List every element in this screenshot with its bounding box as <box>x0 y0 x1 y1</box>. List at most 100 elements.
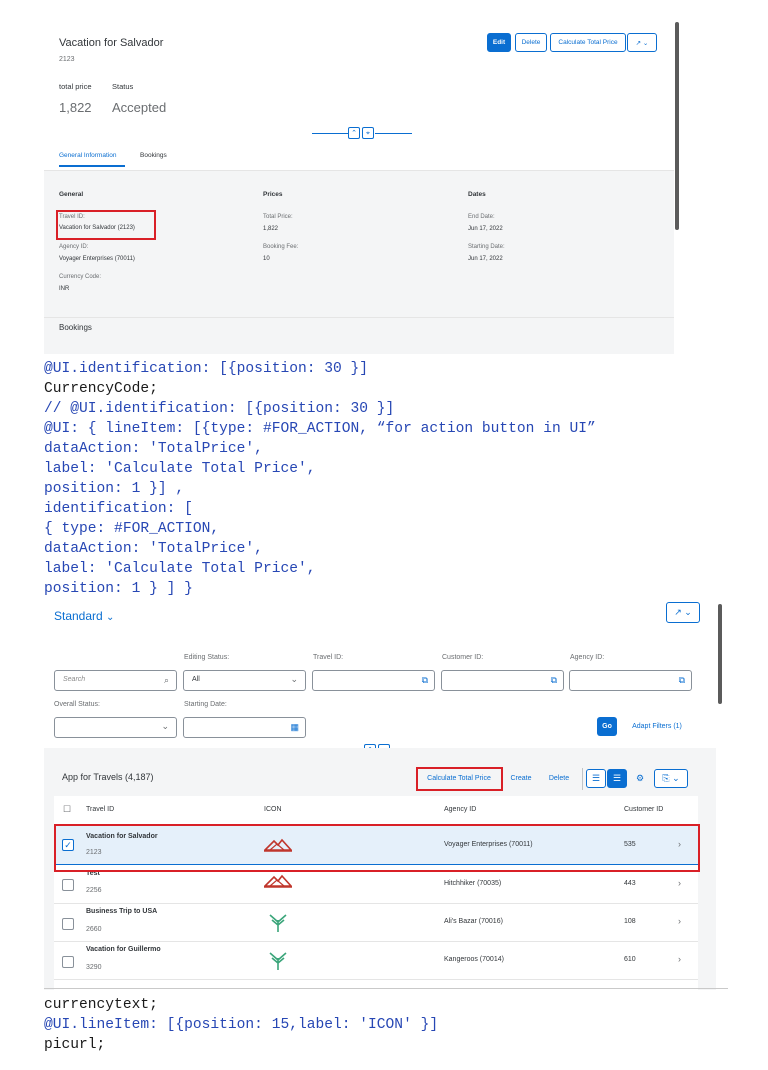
field-label-booking-fee: Booking Fee: <box>263 244 299 250</box>
table-row[interactable]: Business Trip to USA 2660 Ali's Bazar (7… <box>54 904 698 942</box>
chevron-right-icon[interactable]: › <box>678 916 681 926</box>
row-checkbox[interactable] <box>62 879 74 891</box>
value-help-icon[interactable]: ⧉ <box>422 676 428 685</box>
variant-management[interactable]: Standard ⌄ <box>54 609 114 623</box>
chevron-right-icon[interactable]: › <box>678 954 681 964</box>
starting-date-picker[interactable]: ▦ <box>183 717 306 738</box>
customer-id-input[interactable]: ⧉ <box>441 670 564 691</box>
calculate-total-price-button[interactable]: Calculate Total Price <box>550 33 626 52</box>
chevron-down-icon: ⌄ <box>642 39 649 47</box>
field-value-currency-code: INR <box>59 286 70 292</box>
group-dates-heading: Dates <box>468 191 486 198</box>
column-header-icon[interactable]: ICON <box>264 806 282 813</box>
row-customer: 443 <box>624 880 636 887</box>
table-title: App for Travels (4,187) <box>62 772 154 782</box>
select-all-icon[interactable]: ☐ <box>63 805 71 814</box>
overall-status-label: Overall Status: <box>54 701 100 708</box>
object-page: Vacation for Salvador 2123 total price S… <box>44 18 674 354</box>
row-title: Vacation for Guillermo <box>86 946 161 953</box>
chevron-right-icon[interactable]: › <box>678 878 681 888</box>
chevron-down-icon: ⌄ <box>684 607 692 617</box>
share-icon: ↗ <box>674 607 682 617</box>
pin-header-button[interactable]: ⌖ <box>362 127 374 139</box>
chevron-down-icon: ⌄ <box>672 773 680 783</box>
chart-view-icon: ☰ <box>612 773 622 783</box>
tab-general-information[interactable]: General Information <box>59 152 116 159</box>
delete-button[interactable]: Delete <box>515 33 547 52</box>
kpi-value-status: Accepted <box>112 100 167 115</box>
editing-status-select[interactable]: All ⌄ <box>183 670 306 691</box>
adapt-filters-button[interactable]: Adapt Filters (1) <box>624 717 690 736</box>
overall-status-select[interactable]: ⌄ <box>54 717 177 738</box>
tab-bookings[interactable]: Bookings <box>140 152 167 159</box>
value-help-icon[interactable]: ⧉ <box>679 676 685 685</box>
row-customer: 610 <box>624 956 636 963</box>
row-agency: Hitchhiker (70035) <box>444 880 502 887</box>
highlight-box-calc-button <box>416 767 503 791</box>
kpi-label-status: Status <box>112 82 134 91</box>
row-checkbox[interactable] <box>62 918 74 930</box>
object-title: Vacation for Salvador <box>59 37 164 49</box>
code-line: picurl; <box>44 1037 106 1053</box>
table-row[interactable]: Vacation for Guillermo 3290 Kangeroos (7… <box>54 942 698 980</box>
collapse-header-button[interactable]: ⌃ <box>348 127 360 139</box>
kpi-value-total-price: 1,822 <box>59 100 92 115</box>
row-agency: Ali's Bazar (70016) <box>444 918 503 925</box>
gear-icon: ⚙ <box>635 773 645 783</box>
field-label-total-price: Total Price: <box>263 214 293 220</box>
settings-button[interactable]: ⚙ <box>630 769 650 788</box>
row-id: 2660 <box>86 926 102 933</box>
code-line: identification: [ <box>44 501 193 517</box>
table-view-button[interactable]: ☰ <box>586 769 606 788</box>
column-header-agency-id[interactable]: Agency ID <box>444 806 476 813</box>
code-line: @UI: { lineItem: [{type: #FOR_ACTION, “f… <box>44 421 596 437</box>
edit-button[interactable]: Edit <box>487 33 511 52</box>
kpi-label-total-price: total price <box>59 82 92 91</box>
list-report-page: Standard ⌄ ↗ ⌄ Editing Status: Travel ID… <box>44 600 726 990</box>
column-header-travel-id[interactable]: Travel ID <box>86 806 114 813</box>
airline-logo-green-icon <box>269 952 287 970</box>
share-menu-button[interactable]: ↗ ⌄ <box>627 33 657 52</box>
row-agency: Kangeroos (70014) <box>444 956 504 963</box>
list-report-scrollbar[interactable] <box>718 604 722 704</box>
group-prices-heading: Prices <box>263 191 283 198</box>
airline-logo-green-icon <box>269 914 287 932</box>
travel-id-input[interactable]: ⧉ <box>312 670 435 691</box>
row-checkbox[interactable] <box>62 956 74 968</box>
calendar-icon[interactable]: ▦ <box>290 723 299 732</box>
list-view-icon: ☰ <box>591 773 601 783</box>
chevron-down-icon: ⌄ <box>290 674 298 684</box>
search-input[interactable]: Search ⌕ <box>54 670 177 691</box>
go-button[interactable]: Go <box>597 717 617 736</box>
chevron-down-icon: ⌄ <box>161 721 169 731</box>
object-page-header: Vacation for Salvador 2123 total price S… <box>44 18 674 188</box>
code-line: currencytext; <box>44 997 158 1013</box>
value-help-icon[interactable]: ⧉ <box>551 676 557 685</box>
field-value-starting-date: Jun 17, 2022 <box>468 256 503 262</box>
starting-date-label: Starting Date: <box>184 701 227 708</box>
bookings-section-heading: Bookings <box>59 323 92 332</box>
export-icon: ⎘ <box>662 773 670 783</box>
customer-id-label: Customer ID: <box>442 654 484 661</box>
chevron-down-icon: ⌄ <box>106 612 115 623</box>
general-information-section: General Prices Dates Travel ID: Vacation… <box>44 170 674 354</box>
code-line: dataAction: 'TotalPrice', <box>44 441 263 457</box>
row-id: 3290 <box>86 964 102 971</box>
field-value-agency-id: Voyager Enterprises (70011) <box>59 256 135 262</box>
field-value-end-date: Jun 17, 2022 <box>468 226 503 232</box>
export-button[interactable]: ⎘ ⌄ <box>654 769 688 788</box>
highlight-box-selected-row <box>54 824 700 872</box>
row-id: 2256 <box>86 887 102 894</box>
share-menu-button[interactable]: ↗ ⌄ <box>666 602 700 623</box>
variant-title: Standard <box>54 609 103 623</box>
table-header-row: ☐ Travel ID ICON Agency ID Customer ID <box>54 796 698 825</box>
chart-view-button[interactable]: ☰ <box>607 769 627 788</box>
column-header-customer-id[interactable]: Customer ID <box>624 806 663 813</box>
code-line: // @UI.identification: [{position: 30 }] <box>44 401 395 417</box>
object-page-scrollbar[interactable] <box>675 22 679 230</box>
agency-id-input[interactable]: ⧉ <box>569 670 692 691</box>
create-button[interactable]: Create <box>505 769 537 788</box>
delete-button[interactable]: Delete <box>541 769 577 788</box>
agency-id-label: Agency ID: <box>570 654 605 661</box>
group-general-heading: General <box>59 191 84 198</box>
